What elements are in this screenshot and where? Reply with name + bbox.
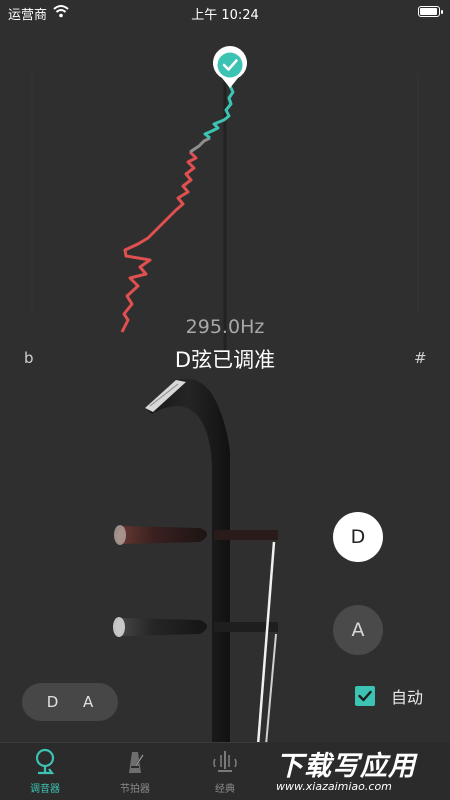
pitch-trace-on [203,85,235,140]
frequency-readout: 295.0Hz [185,316,265,338]
string-d [256,541,276,745]
metronome-icon [129,752,144,773]
tuner-pin-icon [35,748,55,775]
watermark-url: www.xiazaimiao.com [276,780,392,793]
watermark: 下载写应用 www.xiazaimiao.com [268,742,450,800]
auto-checkbox[interactable] [355,686,375,706]
string-a [265,633,277,745]
tab-metronome-label: 节拍器 [120,784,150,795]
tab-classic[interactable]: 经典 [185,747,265,795]
in-tune-pin-icon [212,45,247,88]
erhu-head [145,378,230,745]
pitch-trace [31,45,419,354]
pitch-trace-mid [189,136,211,154]
tuning-preset-button[interactable]: D A [22,683,118,721]
tab-tuner-label: 调音器 [30,784,60,795]
tuning-peg-d [116,526,207,544]
string-a-button[interactable]: A [333,605,383,655]
battery-icon [418,6,443,17]
classic-icon [213,751,237,772]
watermark-title: 下载写应用 [276,751,416,782]
status-bar: 运营商 上午 10:24 [0,0,450,24]
clock: 上午 10:24 [191,8,259,23]
check-icon [358,690,372,702]
tab-metronome[interactable]: 节拍器 [95,747,175,795]
tuner-display: b # 295.0Hz D弦已调准 [0,24,450,372]
tab-tuner[interactable]: 调音器 [5,747,85,795]
pitch-trace-off [120,150,198,333]
tuning-peg-a [115,618,207,636]
auto-label: 自动 [391,688,424,707]
auto-toggle[interactable]: 自动 [355,684,423,708]
tab-classic-label: 经典 [215,784,235,795]
string-d-button[interactable]: D [333,512,383,562]
